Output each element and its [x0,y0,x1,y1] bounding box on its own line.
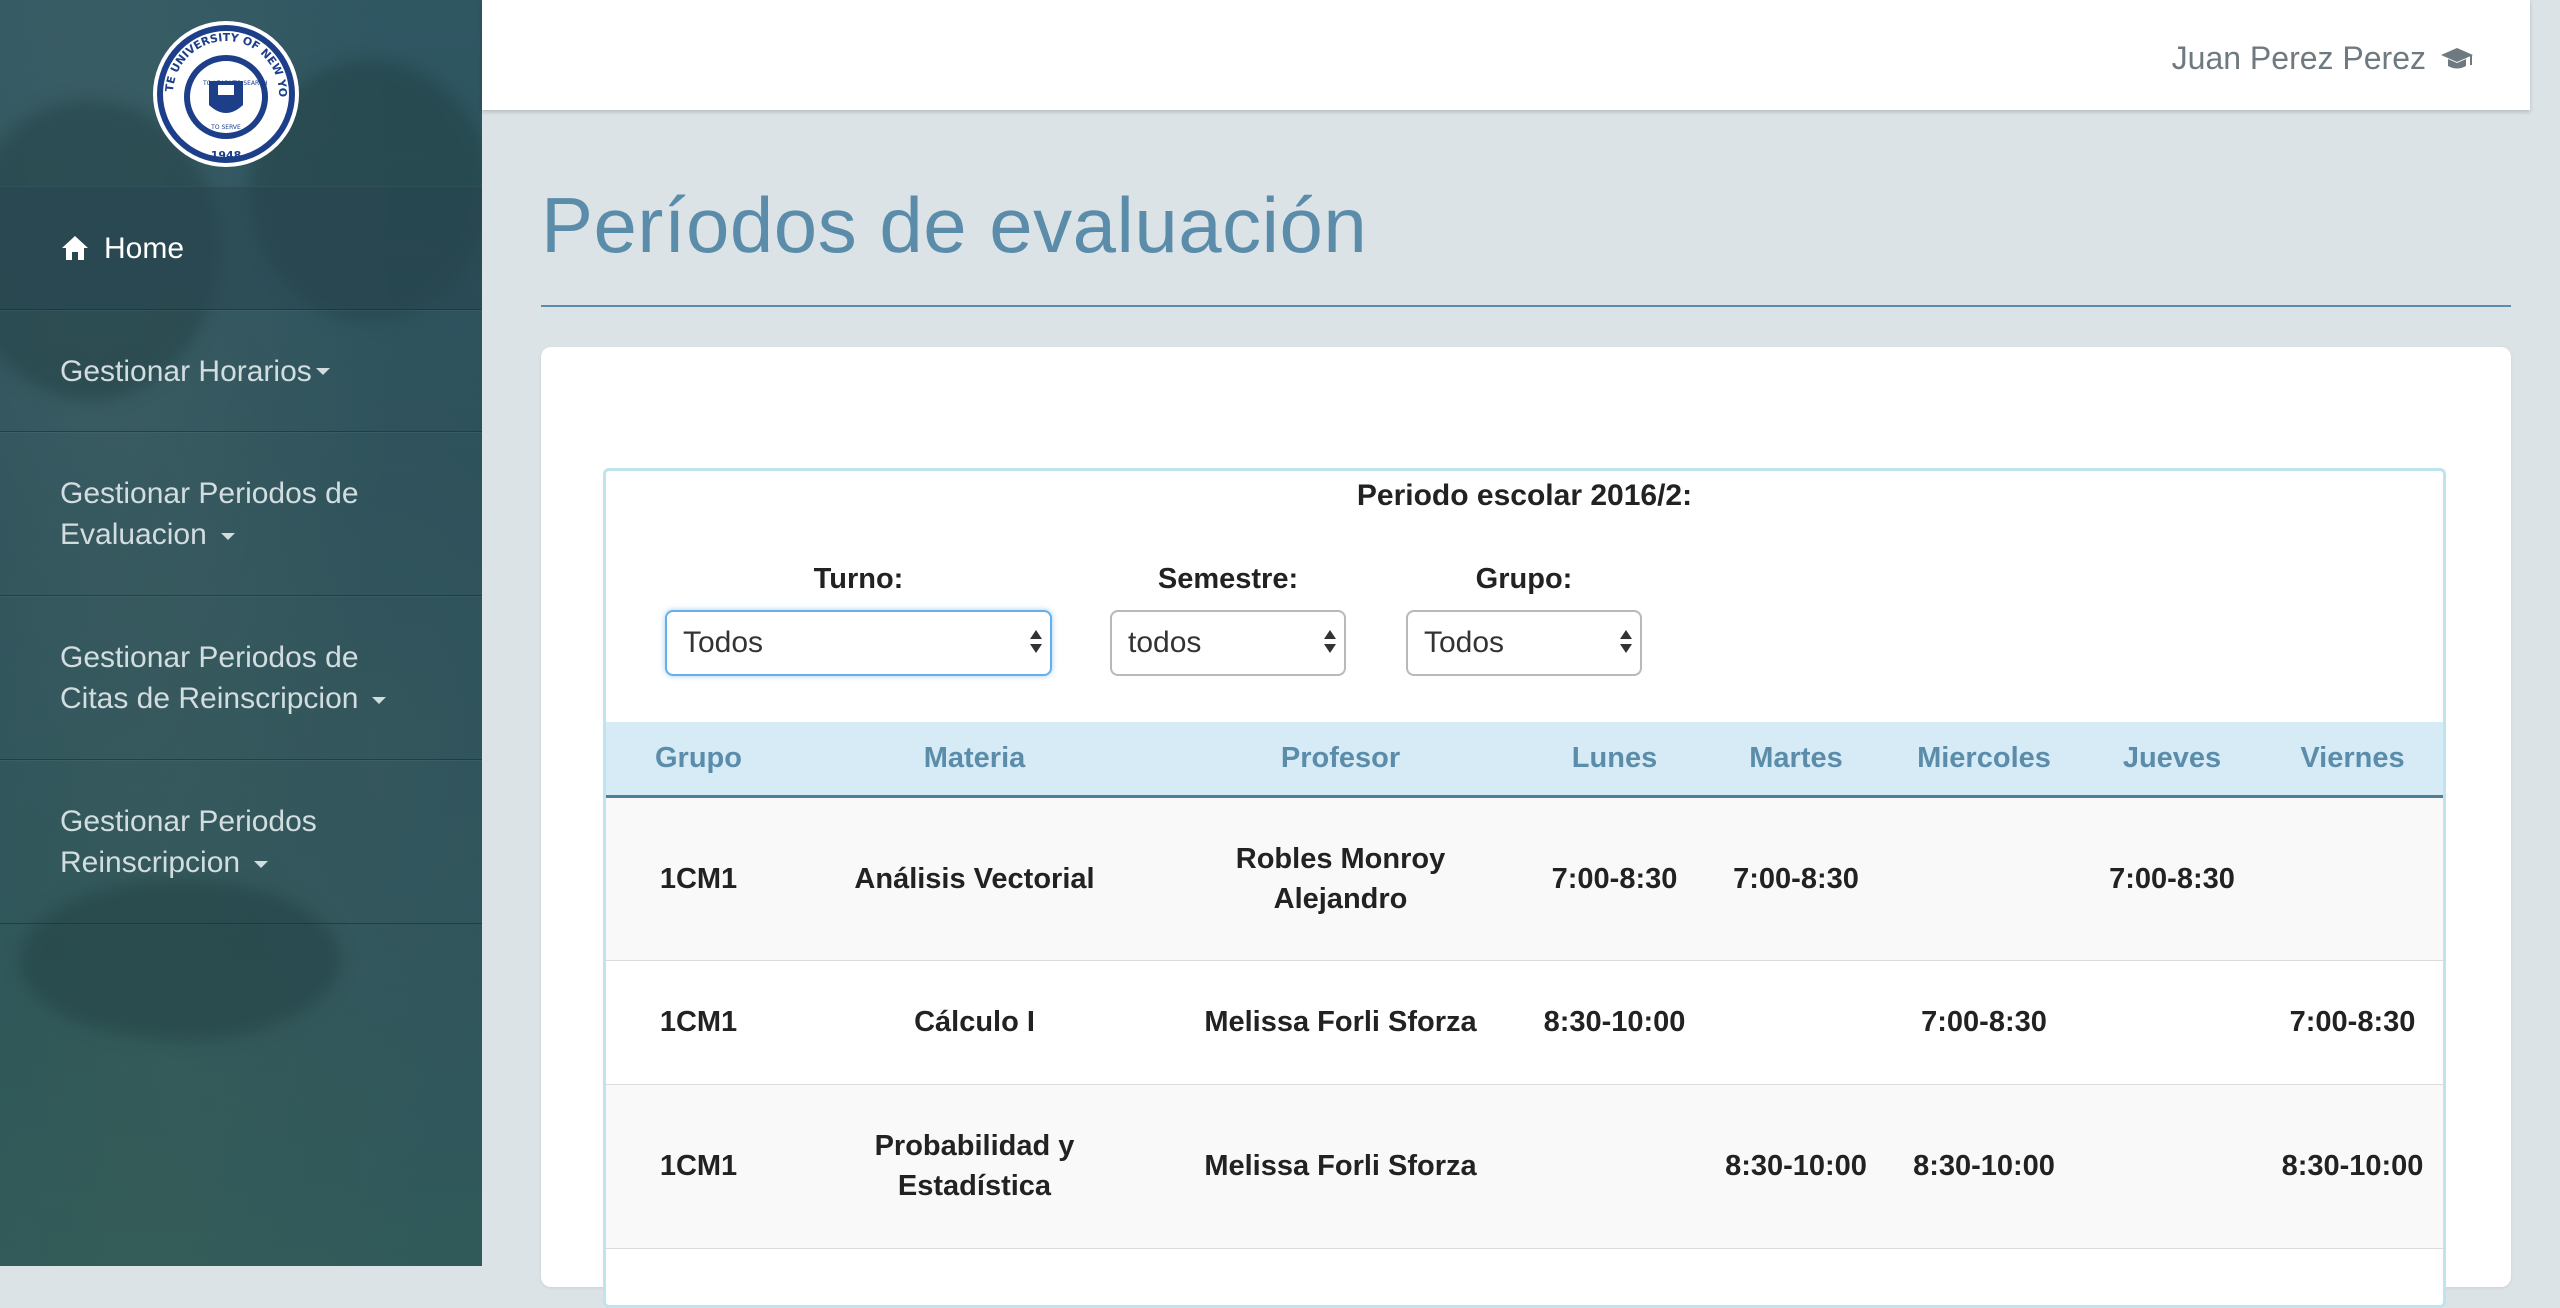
semestre-select-value: todos [1128,626,1202,659]
cell-martes: 7:00-8:30 [1706,796,1886,961]
cell-grupo: 1CM1 [606,960,791,1085]
cell-miercoles: 8:30-10:00 [1886,1084,2082,1249]
sidebar-item-label-line2: Citas de Reinscripcion [60,682,359,715]
column-header-jueves: Jueves [2082,722,2262,798]
cell-jueves: 7:00-8:30 [2082,796,2262,961]
cell-materia: Probabilidad y Estadística [791,1084,1158,1249]
top-bar: Juan Perez Perez [482,0,2530,110]
semestre-select[interactable]: todos [1110,610,1346,676]
cell-viernes: 8:30-10:00 [2262,1084,2443,1249]
svg-text:TO SERVE: TO SERVE [210,124,241,131]
cell-martes [1706,960,1886,1085]
cell-grupo: 1CM1 [606,1084,791,1249]
semestre-label: Semestre: [1157,563,1299,595]
select-arrows-icon [1620,630,1632,658]
caret-down-icon [254,860,269,868]
cell-jueves [2082,1084,2262,1249]
sidebar-item-gestionar-periodos-reinscripcion[interactable]: Gestionar Periodos Reinscripcion [0,760,482,924]
page-title: Períodos de evaluación [541,181,1368,269]
cell-materia-line2: Estadística [897,1170,1052,1202]
column-header-miercoles: Miercoles [1886,722,2082,798]
cell-lunes: 8:30-10:00 [1523,960,1706,1085]
sidebar-item-gestionar-periodos-citas[interactable]: Gestionar Periodos de Citas de Reinscrip… [0,596,482,760]
cell-profesor-line2: Alejandro [1273,882,1408,915]
cell-materia-line1: Probabilidad y [874,1130,1075,1162]
sidebar-item-home[interactable]: Home [0,186,482,310]
schedule-table: Grupo Materia Profesor Lunes Martes Mier… [606,722,2443,1249]
column-header-martes: Martes [1706,722,1886,798]
table-row: 1CM1 Probabilidad y Estadística Melissa … [606,1084,2443,1249]
sidebar-item-label: Gestionar Horarios [60,354,312,388]
select-arrows-icon [1324,630,1336,658]
table-header-row: Grupo Materia Profesor Lunes Martes Mier… [606,722,2443,798]
sidebar-item-label-line2: Evaluacion [60,518,207,551]
cell-profesor: Robles Monroy Alejandro [1158,796,1523,961]
cell-grupo: 1CM1 [606,796,791,961]
user-name: Juan Perez Perez [2171,40,2426,76]
sidebar-menu: Home Gestionar Horarios Gestionar Period… [0,186,482,924]
turno-select-value: Todos [683,626,764,659]
sidebar-item-label-line1: Gestionar Periodos [60,805,317,838]
column-header-profesor: Profesor [1158,722,1523,798]
title-divider [541,305,2511,307]
grupo-select-value: Todos [1424,626,1505,659]
graduation-cap-icon [2441,47,2473,68]
sidebar-item-label-line2: Reinscripcion [60,846,241,879]
university-seal-logo[interactable]: STATE UNIVERSITY OF NEW YORK TO LEARN TO… [151,19,301,169]
sidebar-item-label-line1: Gestionar Periodos de [60,641,359,674]
semestre-filter: Semestre: todos [1110,563,1346,676]
cell-profesor-line1: Robles Monroy [1235,842,1446,875]
cell-miercoles: 7:00-8:30 [1886,960,2082,1085]
cell-profesor: Melissa Forli Sforza [1158,1084,1523,1249]
content-panel: Periodo escolar 2016/2: Turno: Todos Sem… [541,347,2511,1308]
select-arrows-icon [1030,630,1042,658]
table-row: 1CM1 Análisis Vectorial Robles Monroy Al… [606,796,2443,961]
cell-viernes [2262,796,2443,961]
turno-filter: Turno: Todos [665,563,1052,676]
cell-materia: Cálculo I [791,960,1158,1085]
cell-lunes: 7:00-8:30 [1523,796,1706,961]
cell-profesor: Melissa Forli Sforza [1158,960,1523,1085]
schedule-container: Periodo escolar 2016/2: Turno: Todos Sem… [603,468,2446,1308]
table-row: 1CM1 Cálculo I Melissa Forli Sforza 8:30… [606,960,2443,1085]
sidebar-item-gestionar-horarios[interactable]: Gestionar Horarios [0,310,482,432]
period-label: Periodo escolar 2016/2: [1356,479,1693,512]
cell-lunes [1523,1084,1706,1249]
turno-select[interactable]: Todos [665,610,1052,676]
caret-down-icon [315,367,330,375]
caret-down-icon [220,532,235,540]
cell-jueves [2082,960,2262,1085]
sidebar-item-gestionar-periodos-evaluacion[interactable]: Gestionar Periodos de Evaluacion [0,432,482,596]
turno-label: Turno: [813,563,904,595]
column-header-lunes: Lunes [1523,722,1706,798]
cell-martes: 8:30-10:00 [1706,1084,1886,1249]
caret-down-icon [372,696,387,704]
grupo-label: Grupo: [1475,563,1573,595]
svg-text:1948: 1948 [211,149,242,162]
sidebar-item-label: Home [104,231,185,265]
cell-miercoles [1886,796,2082,961]
cell-viernes: 7:00-8:30 [2262,960,2443,1085]
user-menu[interactable]: Juan Perez Perez [2172,40,2474,77]
column-header-viernes: Viernes [2262,722,2443,798]
grupo-select[interactable]: Todos [1406,610,1642,676]
grupo-filter: Grupo: Todos [1406,563,1642,676]
sidebar-item-label-line1: Gestionar Periodos de [60,477,359,510]
logo-area: STATE UNIVERSITY OF NEW YORK TO LEARN TO… [0,0,482,186]
home-icon [62,236,88,260]
cell-materia: Análisis Vectorial [791,796,1158,961]
column-header-materia: Materia [791,722,1158,798]
sidebar: STATE UNIVERSITY OF NEW YORK TO LEARN TO… [0,0,482,1266]
column-header-grupo: Grupo [606,722,791,798]
